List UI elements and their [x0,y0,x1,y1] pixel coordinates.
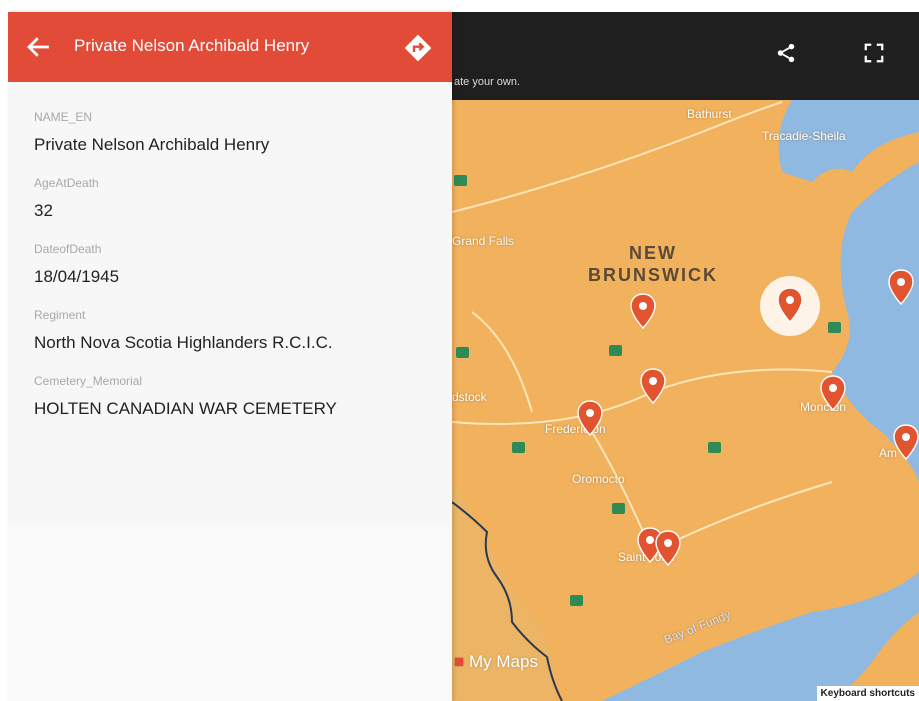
province-line: NEW [629,243,677,263]
directions-button[interactable] [402,32,434,64]
map-marker-pin[interactable] [893,424,919,460]
province-label: NEW BRUNSWICK [588,242,718,286]
attribute-regiment: Regiment North Nova Scotia Highlanders R… [34,308,434,353]
attribute-label: AgeAtDeath [34,176,99,190]
directions-icon [404,34,432,62]
screenshot: ate your own. Bathurst Tracadie-Sheila G… [0,0,919,701]
attribute-label: NAME_EN [34,110,93,124]
attribute-value: North Nova Scotia Highlanders R.C.I.C. [34,333,333,352]
my-maps-watermark: ■ My Maps [454,652,538,672]
highway-shield [828,322,841,333]
place-label: Bathurst [687,107,732,121]
map-marker-pin-selected[interactable] [777,287,803,323]
my-maps-logo: ■ [454,652,465,671]
map-view[interactable]: ate your own. Bathurst Tracadie-Sheila G… [452,12,919,701]
attribute-name-en: NAME_EN Private Nelson Archibald Henry [34,110,434,155]
highway-shield [570,595,583,606]
attribute-label: Regiment [34,308,86,322]
map-topbar: ate your own. [452,12,919,100]
panel-header: Private Nelson Archibald Henry [8,12,452,82]
map-marker-pin[interactable] [577,400,603,436]
place-label: Oromocto [572,472,625,486]
attribute-value: 32 [34,201,53,220]
attribute-value: 18/04/1945 [34,267,120,286]
attribute-label: DateofDeath [34,242,102,256]
place-label: Grand Falls [452,234,515,248]
attribute-value: HOLTEN CANADIAN WAR CEMETERY [34,399,337,418]
highway-shield [612,503,625,514]
attribute-value: Private Nelson Archibald Henry [34,135,270,154]
map-marker-pin[interactable] [655,530,681,566]
map-marker-pin[interactable] [820,375,846,411]
share-button[interactable] [775,42,803,70]
attribute-list: NAME_EN Private Nelson Archibald Henry A… [34,110,434,440]
highway-shield [454,175,467,186]
feature-details-panel: Private Nelson Archibald Henry NAME_EN P… [8,12,452,701]
attribute-cemetery-memorial: Cemetery_Memorial HOLTEN CANADIAN WAR CE… [34,374,434,419]
panel-title: Private Nelson Archibald Henry [74,36,310,55]
panel-empty-area [8,527,452,701]
map-marker-pin[interactable] [888,269,914,305]
highway-shield [708,442,721,453]
back-button[interactable] [24,32,54,62]
map-terrain [452,100,919,701]
back-arrow-icon [27,37,49,57]
fullscreen-button[interactable] [863,42,891,70]
highway-shield [609,345,622,356]
place-label: Tracadie-Sheila [762,129,846,143]
highway-shield [456,347,469,358]
province-line: BRUNSWICK [588,265,718,285]
fullscreen-icon [864,43,884,63]
place-label: dstock [452,390,487,404]
attribute-age-at-death: AgeAtDeath 32 [34,176,434,221]
attribute-label: Cemetery_Memorial [34,374,143,388]
highway-shield [512,442,525,453]
map-marker-pin[interactable] [640,368,666,404]
share-icon [777,43,795,63]
topbar-hint: ate your own. [454,76,521,88]
keyboard-shortcuts-link[interactable]: Keyboard shortcuts [816,686,919,701]
map-marker-pin[interactable] [630,293,656,329]
attribute-date-of-death: DateofDeath 18/04/1945 [34,242,434,287]
watermark-text: My Maps [469,652,538,671]
